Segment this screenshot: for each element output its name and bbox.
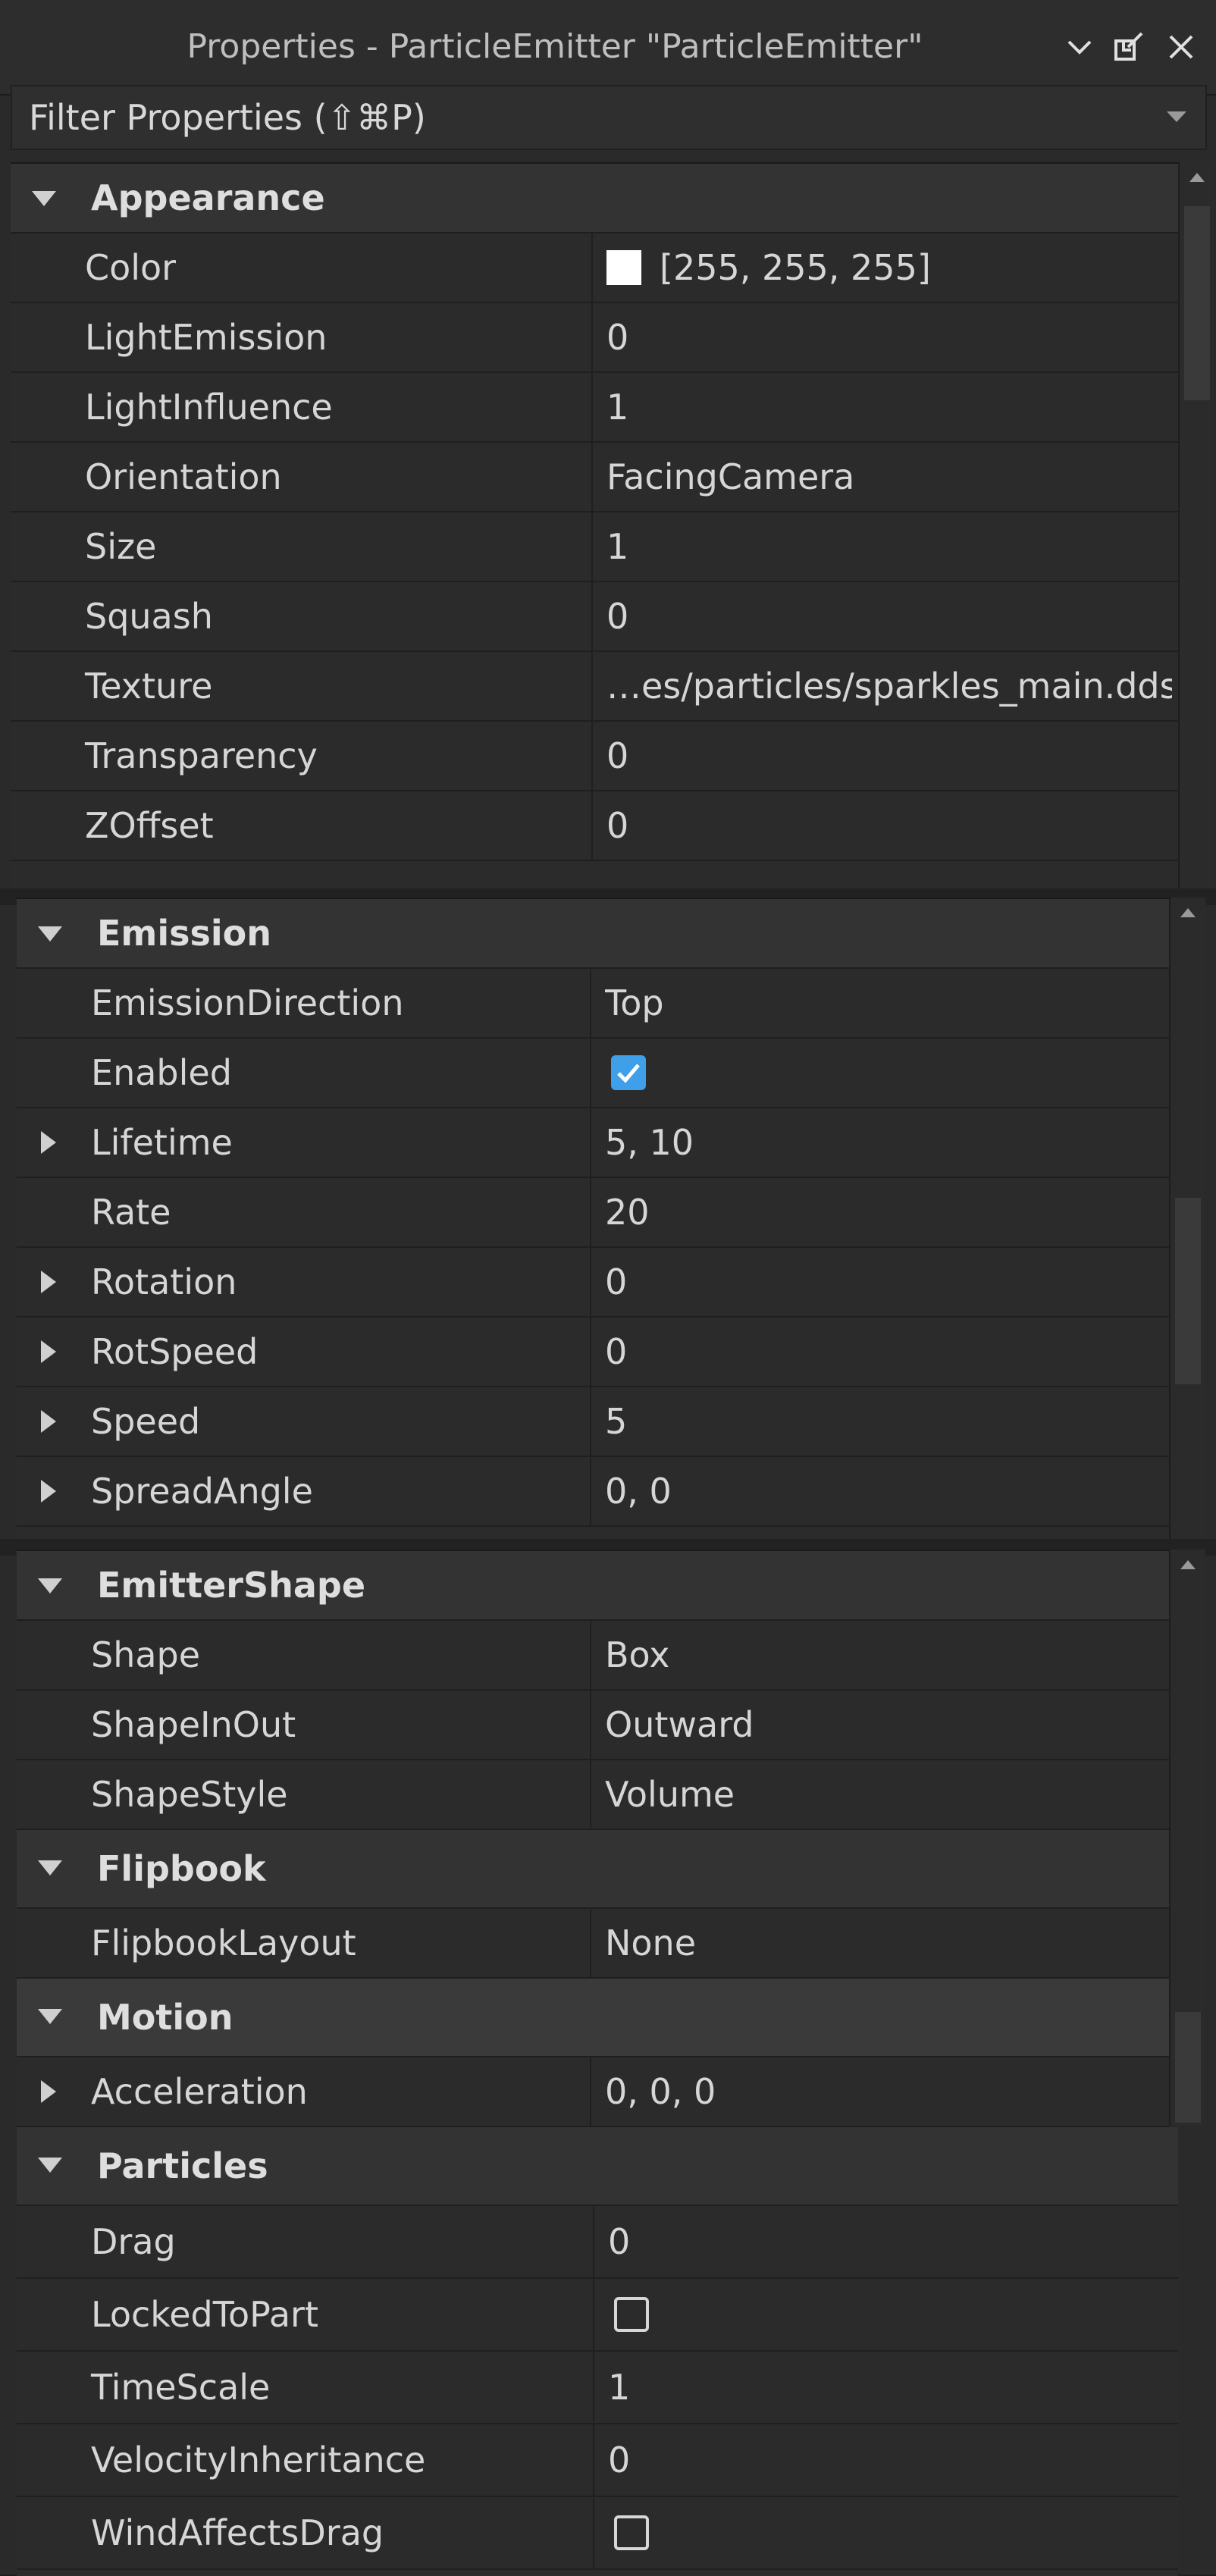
- scroll-up-icon[interactable]: [1180, 1560, 1196, 1569]
- expand-right-icon[interactable]: [41, 2080, 56, 2103]
- lockedtopart-checkbox[interactable]: [614, 2297, 649, 2332]
- emittershape-group-header[interactable]: EmitterShape: [17, 1551, 1169, 1621]
- scrollbar-thumb[interactable]: [1175, 1198, 1201, 1384]
- window-title: Properties - ParticleEmitter "ParticleEm…: [186, 27, 923, 66]
- scrollbar-thumb[interactable]: [1175, 2012, 1201, 2123]
- lower-properties-section: EmitterShape Shape Box ShapeInOut Outwar…: [17, 1550, 1178, 2576]
- color-swatch[interactable]: [606, 249, 641, 285]
- property-row-emissiondirection[interactable]: EmissionDirection Top: [17, 969, 1169, 1039]
- property-row-flipbooklayout[interactable]: FlipbookLayout None: [17, 1909, 1169, 1979]
- property-row-enabled[interactable]: Enabled: [17, 1039, 1169, 1108]
- expand-down-icon[interactable]: [38, 1860, 62, 1876]
- windaffectsdrag-checkbox[interactable]: [614, 2515, 649, 2550]
- expand-right-icon[interactable]: [41, 1480, 56, 1503]
- filter-properties-label: Filter Properties (⇧⌘P): [29, 97, 426, 138]
- enabled-checkbox[interactable]: [611, 1055, 646, 1090]
- property-row-rotspeed[interactable]: RotSpeed 0: [17, 1318, 1169, 1387]
- property-row-shapestyle[interactable]: ShapeStyle Volume: [17, 1760, 1169, 1830]
- expand-down-icon[interactable]: [38, 2009, 62, 2024]
- expand-down-icon[interactable]: [32, 191, 56, 206]
- appearance-scrollbar[interactable]: [1178, 162, 1214, 888]
- properties-window: Properties - ParticleEmitter "ParticleEm…: [0, 0, 1216, 2576]
- property-row-rate[interactable]: Rate 20: [17, 1178, 1169, 1248]
- property-row-velocityinheritance[interactable]: VelocityInheritance 0: [17, 2424, 1178, 2497]
- emission-scrollbar[interactable]: [1169, 898, 1205, 1539]
- property-row-timescale[interactable]: TimeScale 1: [17, 2352, 1178, 2424]
- property-row-transparency[interactable]: Transparency 0: [11, 722, 1178, 791]
- property-row-lifetime[interactable]: Lifetime 5, 10: [17, 1108, 1169, 1178]
- property-row-acceleration[interactable]: Acceleration 0, 0, 0: [17, 2057, 1169, 2127]
- motion-group-header[interactable]: Motion: [17, 1979, 1169, 2057]
- property-row-orientation[interactable]: Orientation FacingCamera: [11, 443, 1178, 512]
- expand-right-icon[interactable]: [41, 1410, 56, 1433]
- check-icon: [617, 1064, 640, 1083]
- undock-icon[interactable]: [1105, 23, 1154, 71]
- property-row-squash[interactable]: Squash 0: [11, 582, 1178, 652]
- lower-scrollbar[interactable]: [1169, 1550, 1205, 2126]
- property-row-windaffectsdrag[interactable]: WindAffectsDrag: [17, 2497, 1178, 2570]
- appearance-group-header[interactable]: Appearance: [11, 164, 1178, 233]
- property-row-zoffset[interactable]: ZOffset 0: [11, 791, 1178, 861]
- property-row-speed[interactable]: Speed 5: [17, 1387, 1169, 1457]
- scroll-up-icon[interactable]: [1189, 173, 1205, 182]
- caret-down-icon[interactable]: [1158, 86, 1195, 149]
- property-row-spreadangle[interactable]: SpreadAngle 0, 0: [17, 1457, 1169, 1527]
- property-row-size[interactable]: Size 1: [11, 512, 1178, 582]
- title-bar: Properties - ParticleEmitter "ParticleEm…: [0, 0, 1216, 96]
- chevron-down-icon[interactable]: [1055, 23, 1104, 71]
- property-row-lightinfluence[interactable]: LightInfluence 1: [11, 373, 1178, 443]
- appearance-section: Appearance Color [255, 255, 255] LightEm…: [11, 162, 1178, 890]
- color-value: [255, 255, 255]: [660, 247, 931, 288]
- expand-right-icon[interactable]: [41, 1131, 56, 1154]
- property-row-texture[interactable]: Texture …es/particles/sparkles_main.dds: [11, 652, 1178, 722]
- property-row-shape[interactable]: Shape Box: [17, 1621, 1169, 1691]
- emission-section: Emission EmissionDirection Top Enabled L…: [17, 898, 1169, 1540]
- filter-properties-input[interactable]: Filter Properties (⇧⌘P): [11, 85, 1207, 150]
- property-row-drag[interactable]: Drag 0: [17, 2206, 1178, 2279]
- expand-right-icon[interactable]: [41, 1271, 56, 1293]
- scroll-up-icon[interactable]: [1180, 908, 1196, 917]
- flipbook-group-header[interactable]: Flipbook: [17, 1830, 1169, 1909]
- expand-down-icon[interactable]: [38, 926, 62, 942]
- property-row-color[interactable]: Color [255, 255, 255]: [11, 233, 1178, 303]
- expand-right-icon[interactable]: [41, 1340, 56, 1363]
- particles-group-header[interactable]: Particles: [17, 2127, 1178, 2206]
- expand-down-icon[interactable]: [38, 2158, 62, 2173]
- scrollbar-thumb[interactable]: [1184, 206, 1210, 400]
- property-row-lightemission[interactable]: LightEmission 0: [11, 303, 1178, 373]
- expand-down-icon[interactable]: [38, 1578, 62, 1594]
- emission-group-header[interactable]: Emission: [17, 899, 1169, 969]
- property-row-shapeinout[interactable]: ShapeInOut Outward: [17, 1691, 1169, 1760]
- property-row-lockedtopart[interactable]: LockedToPart: [17, 2279, 1178, 2352]
- property-row-rotation[interactable]: Rotation 0: [17, 1248, 1169, 1318]
- close-icon[interactable]: [1157, 23, 1205, 71]
